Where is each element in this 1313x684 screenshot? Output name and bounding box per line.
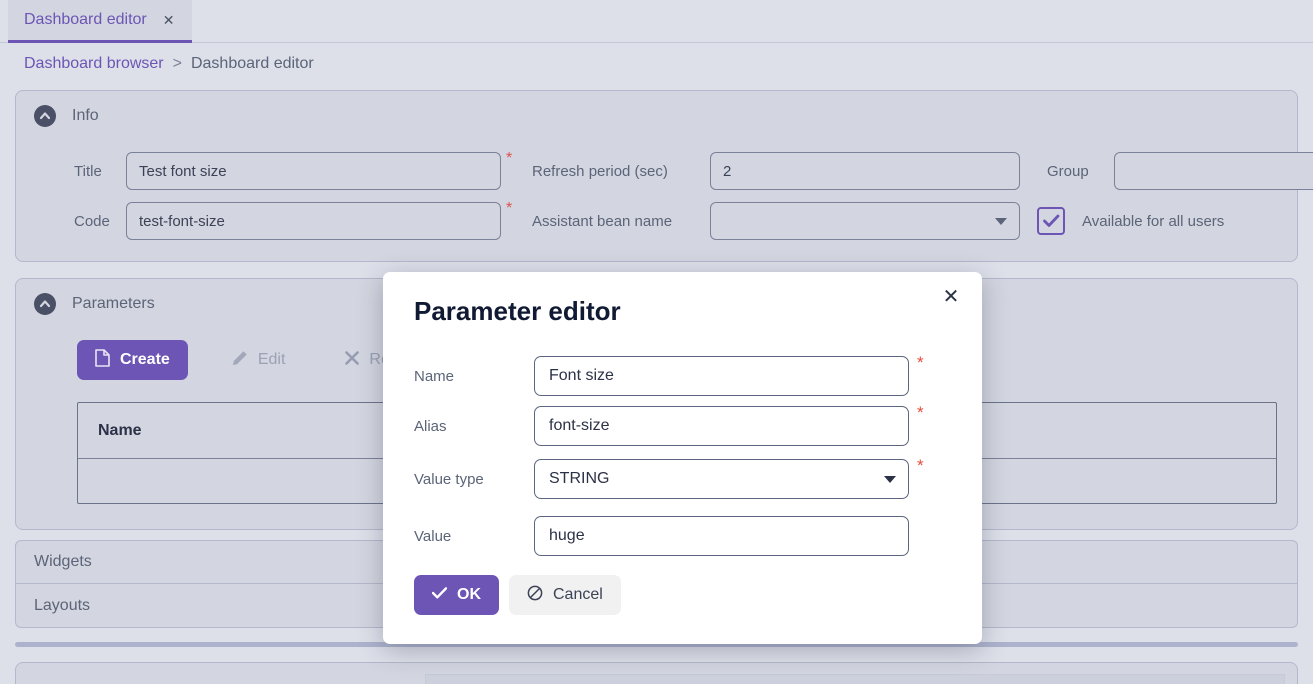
close-icon[interactable]: ✕ (938, 284, 964, 310)
assistant-bean-select[interactable] (710, 202, 1020, 240)
value-type-select[interactable] (534, 459, 909, 499)
alias-label: Alias (414, 417, 447, 435)
breadcrumb: Dashboard browser > Dashboard editor (24, 55, 314, 73)
assistant-bean-label: Assistant bean name (532, 212, 673, 230)
group-input[interactable] (1114, 152, 1313, 190)
value-label: Value (414, 527, 452, 545)
code-input[interactable] (126, 202, 501, 240)
cancel-button[interactable]: Cancel (509, 575, 621, 615)
value-input[interactable] (534, 516, 909, 556)
info-panel-header: Info (16, 91, 1297, 127)
title-label: Title (74, 162, 102, 180)
refresh-period-input[interactable] (710, 152, 1020, 190)
accordion-layouts-label: Layouts (34, 596, 91, 614)
info-panel: Info Title * Code * Refresh period (sec)… (15, 90, 1313, 262)
chevron-up-circle-icon[interactable] (34, 105, 56, 127)
available-for-all-users-label: Available for all users (1082, 212, 1225, 230)
check-icon (431, 586, 448, 604)
file-icon (95, 348, 110, 372)
name-field-row: Name * (414, 353, 924, 396)
x-mark-icon (345, 350, 360, 370)
dialog-title: Parameter editor (414, 296, 621, 326)
column-header-name: Name (98, 421, 142, 439)
parameters-toolbar: Create Edit Re (77, 340, 408, 380)
refresh-field-row: Refresh period (sec) (532, 152, 1020, 190)
value-type-field-row: Value type * (414, 456, 924, 499)
tab-bar: Dashboard editor ✕ (0, 0, 1313, 43)
dialog-actions: OK Cancel (414, 575, 621, 615)
code-label: Code (74, 212, 110, 230)
ok-button[interactable]: OK (414, 575, 499, 615)
assistant-bean-row: Assistant bean name (532, 202, 1020, 240)
available-for-all-users-row: Available for all users (1037, 207, 1224, 235)
info-panel-title: Info (72, 107, 99, 124)
group-field-row: Group (1047, 152, 1313, 190)
bottom-panel-inner-region (425, 674, 1285, 684)
alias-field-row: Alias * (414, 403, 924, 446)
breadcrumb-dashboard-browser[interactable]: Dashboard browser (24, 55, 164, 73)
breadcrumb-current: Dashboard editor (190, 55, 314, 72)
name-required-marker: * (917, 353, 924, 372)
cancel-button-label: Cancel (553, 586, 603, 603)
value-type-required-marker: * (917, 456, 924, 475)
alias-input[interactable] (534, 406, 909, 446)
breadcrumb-separator: > (172, 55, 182, 72)
name-label: Name (414, 367, 455, 385)
code-required-marker: * (506, 200, 513, 217)
assistant-bean-select-wrap (710, 202, 1020, 240)
chevron-up-circle-icon[interactable] (34, 293, 56, 315)
ban-icon (527, 585, 543, 606)
accordion-widgets-label: Widgets (34, 553, 92, 570)
group-label: Group (1047, 162, 1089, 180)
app-root: Dashboard editor ✕ Dashboard browser > D… (0, 0, 1313, 684)
parameter-editor-dialog: ✕ Parameter editor Name * Alias * Value … (383, 272, 982, 644)
refresh-period-label: Refresh period (sec) (532, 162, 668, 180)
ok-button-label: OK (457, 586, 481, 603)
value-type-label: Value type (414, 470, 484, 488)
edit-button-label: Edit (257, 351, 286, 368)
title-input[interactable] (126, 152, 501, 190)
code-field-row: Code * (74, 200, 513, 240)
available-for-all-users-checkbox[interactable] (1037, 207, 1065, 235)
value-type-select-wrap (534, 459, 909, 499)
value-field-row: Value (414, 516, 909, 556)
title-required-marker: * (506, 150, 513, 167)
alias-required-marker: * (917, 403, 924, 422)
tab-dashboard-editor[interactable]: Dashboard editor ✕ (8, 0, 193, 43)
title-field-row: Title * (74, 150, 513, 190)
pencil-icon (232, 350, 248, 371)
parameters-panel-title: Parameters (72, 295, 155, 312)
create-button[interactable]: Create (77, 340, 188, 380)
create-button-label: Create (120, 351, 170, 368)
name-input[interactable] (534, 356, 909, 396)
tab-label: Dashboard editor (24, 11, 147, 28)
close-icon[interactable]: ✕ (163, 12, 175, 29)
edit-button[interactable]: Edit (214, 340, 304, 380)
